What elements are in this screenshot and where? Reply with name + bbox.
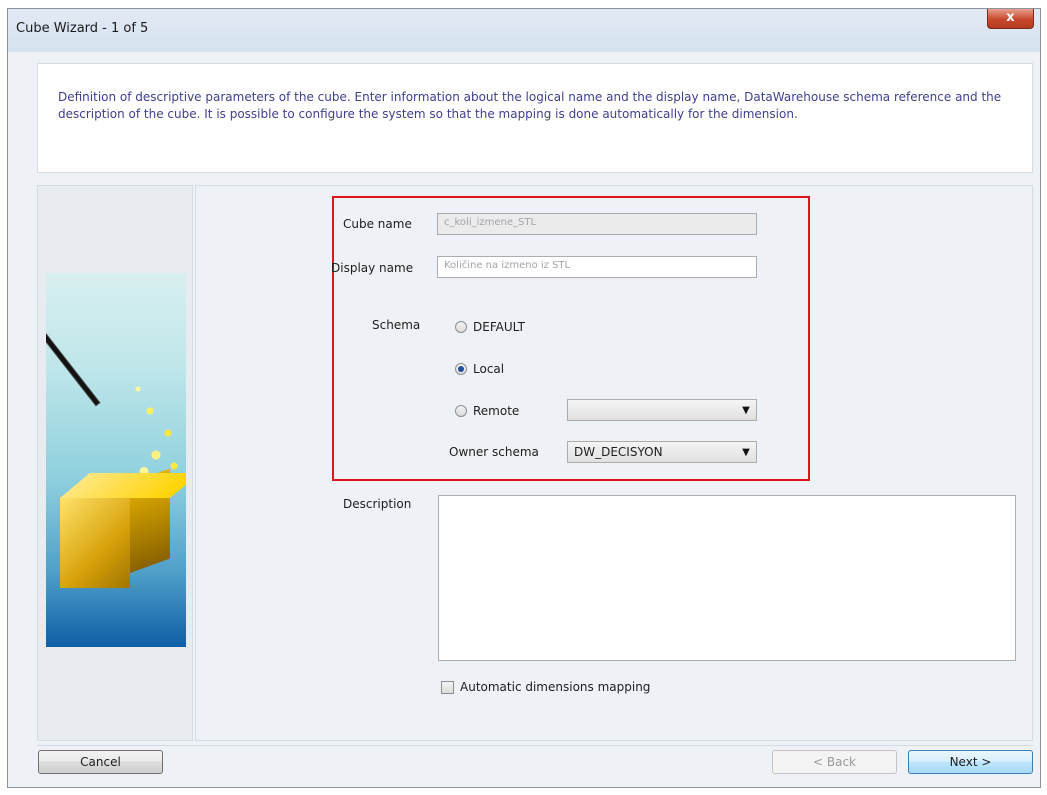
cube-top-graphic [60, 473, 186, 498]
cube-front-graphic [60, 498, 130, 588]
schema-option-default[interactable]: DEFAULT [455, 319, 525, 335]
next-button[interactable]: Next > [908, 750, 1033, 774]
owner-schema-value: DW_DECISYON [574, 445, 663, 459]
back-button[interactable]: < Back [772, 750, 897, 774]
wizard-description: Definition of descriptive parameters of … [58, 90, 1002, 121]
remote-schema-dropdown[interactable]: ▼ [567, 399, 757, 421]
chevron-down-icon: ▼ [742, 447, 750, 458]
sparkles-graphic [126, 378, 186, 488]
close-icon: x [1006, 10, 1015, 25]
schema-option-remote-label: Remote [473, 404, 520, 418]
close-button[interactable]: x [987, 9, 1034, 29]
schema-option-default-label: DEFAULT [473, 320, 525, 334]
footer-separator [37, 745, 1033, 746]
radio-local[interactable] [455, 363, 467, 375]
title-bar: Cube Wizard - 1 of 5 x [8, 9, 1040, 52]
auto-mapping-label: Automatic dimensions mapping [460, 680, 651, 694]
magic-wand-graphic [46, 323, 100, 406]
description-panel: Definition of descriptive parameters of … [37, 63, 1033, 173]
schema-option-local-label: Local [473, 362, 505, 376]
owner-schema-dropdown[interactable]: DW_DECISYON ▼ [567, 441, 757, 463]
wizard-client-area: Definition of descriptive parameters of … [8, 52, 1040, 787]
schema-option-local[interactable]: Local [455, 361, 504, 377]
display-name-field[interactable]: Količine na izmeno iz STL [437, 256, 757, 278]
window-title: Cube Wizard - 1 of 5 [16, 21, 149, 36]
left-artwork-pane [37, 185, 193, 741]
cube-name-field[interactable]: c_koli_izmene_STL [437, 213, 757, 235]
cube-name-label: Cube name [343, 217, 412, 231]
cube-wizard-window: Cube Wizard - 1 of 5 x Definition of des… [7, 8, 1041, 788]
chevron-down-icon: ▼ [742, 405, 750, 416]
schema-option-remote[interactable]: Remote [455, 403, 519, 419]
auto-mapping-checkbox[interactable] [441, 680, 454, 694]
schema-label: Schema [372, 318, 421, 332]
highlight-box [332, 196, 810, 481]
cube-wand-illustration [46, 273, 186, 647]
description-textarea[interactable] [438, 495, 1016, 661]
auto-mapping-option[interactable]: Automatic dimensions mapping [441, 680, 650, 694]
radio-default[interactable] [455, 321, 467, 333]
radio-remote[interactable] [455, 405, 467, 417]
owner-schema-label: Owner schema [449, 445, 539, 459]
display-name-label: Display name [331, 261, 414, 275]
description-label: Description [343, 497, 412, 511]
cancel-button[interactable]: Cancel [38, 750, 163, 774]
